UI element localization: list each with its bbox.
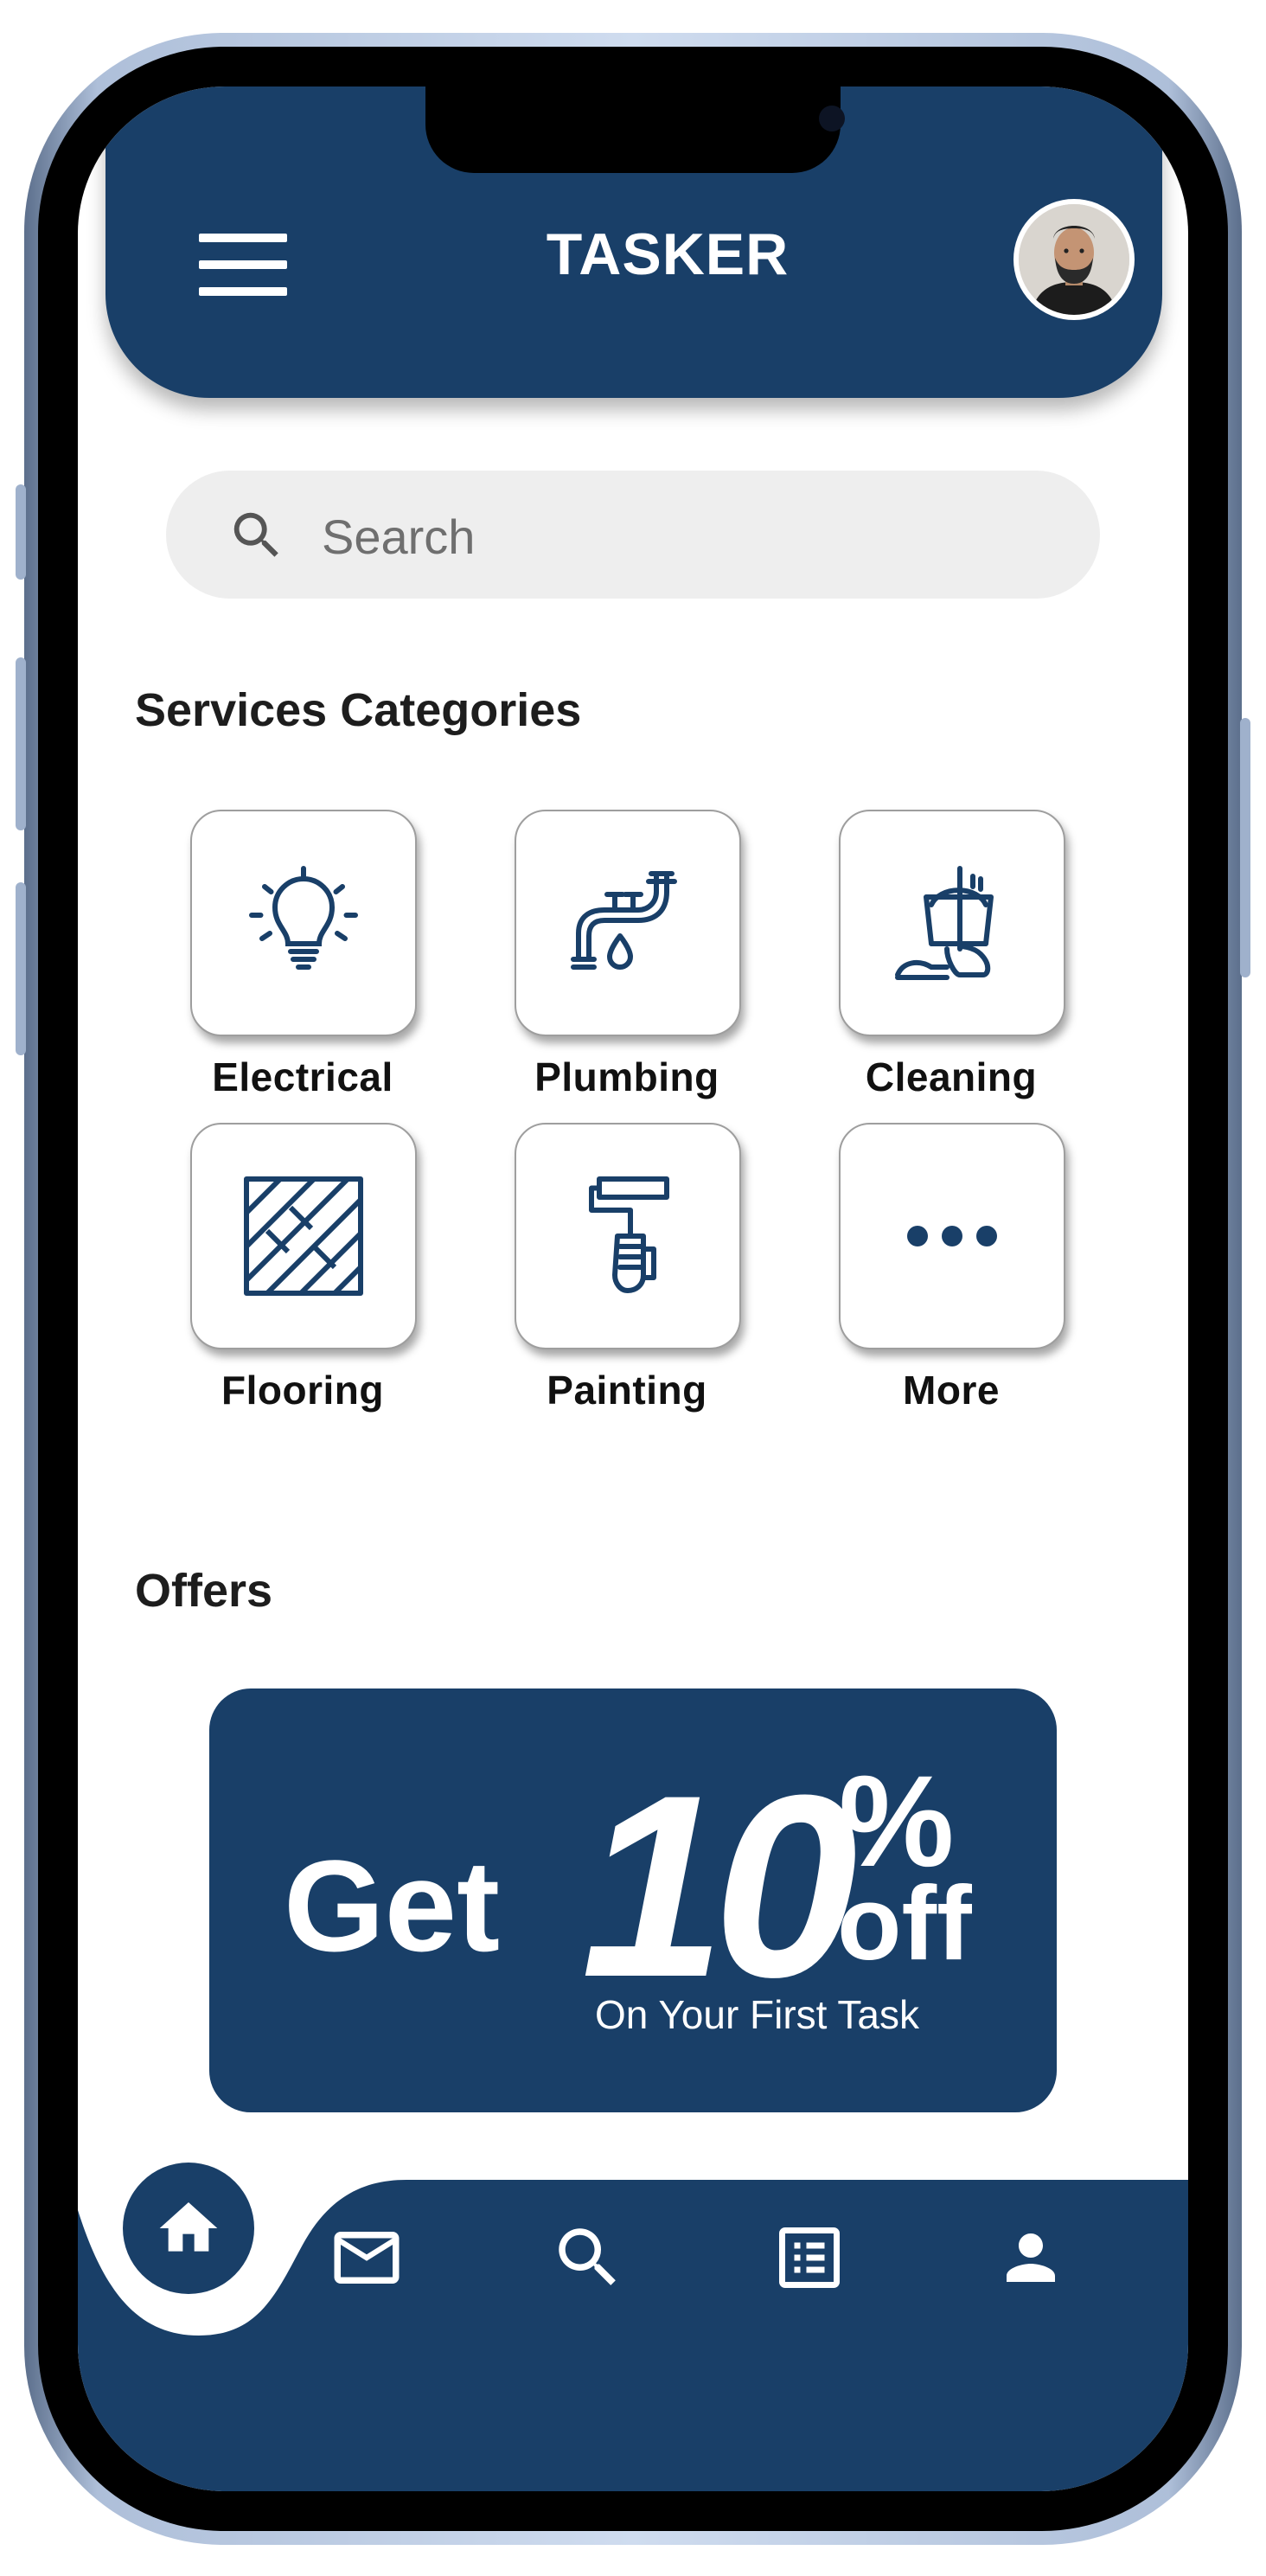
category-label: Flooring [221, 1368, 384, 1413]
side-button [16, 484, 26, 580]
category-tile[interactable] [515, 1123, 741, 1349]
hamburger-menu-icon[interactable] [199, 234, 287, 296]
services-categories-title: Services Categories [135, 684, 582, 736]
mail-icon [334, 2232, 400, 2284]
category-painting[interactable]: Painting [480, 1123, 741, 1434]
more-dots-icon [907, 1226, 997, 1246]
category-electrical[interactable]: Electrical [156, 810, 417, 1121]
category-cleaning[interactable]: Cleaning [804, 810, 1065, 1121]
category-tile[interactable] [839, 1123, 1065, 1349]
search-icon [559, 2228, 616, 2285]
list-icon [779, 2227, 840, 2288]
home-button[interactable] [123, 2163, 254, 2294]
category-label: Cleaning [865, 1054, 1038, 1099]
app-screen: TASKER Search Services Categories Electr… [78, 87, 1188, 2491]
side-button [16, 882, 26, 1055]
profile-icon [1007, 2233, 1055, 2282]
offer-amount: 10 [581, 1740, 858, 2031]
category-label: Plumbing [534, 1054, 719, 1099]
phone-notch [425, 87, 845, 173]
search-icon [233, 512, 278, 557]
nav-mail-button[interactable] [323, 2214, 410, 2301]
side-button [16, 657, 26, 830]
offers-title: Offers [135, 1565, 273, 1617]
category-tile[interactable] [190, 810, 417, 1036]
offer-off-text: off [837, 1864, 972, 1982]
category-tile[interactable] [190, 1123, 417, 1349]
paint-roller-icon [589, 1176, 669, 1293]
category-flooring[interactable]: Flooring [156, 1123, 417, 1434]
faucet-icon [571, 871, 677, 970]
camera-icon [819, 106, 845, 131]
lightbulb-icon [249, 866, 358, 970]
offer-banner[interactable]: Get 10 % off On Your First Task [209, 1688, 1057, 2112]
search-input[interactable]: Search [166, 471, 1100, 599]
nav-profile-button[interactable] [988, 2214, 1074, 2301]
offer-subtitle: On Your First Task [595, 1992, 919, 2037]
home-icon [159, 2202, 218, 2252]
mop-bucket-icon [895, 866, 994, 980]
floor-tiles-icon [244, 1176, 363, 1296]
category-tile[interactable] [839, 810, 1065, 1036]
avatar-photo [1019, 204, 1129, 315]
offer-get-text: Get [284, 1833, 501, 1978]
category-label: Electrical [212, 1054, 393, 1099]
nav-list-button[interactable] [766, 2214, 853, 2301]
category-label: More [903, 1368, 1000, 1413]
app-title: TASKER [546, 221, 790, 287]
category-more[interactable]: More [804, 1123, 1065, 1434]
category-plumbing[interactable]: Plumbing [480, 810, 741, 1121]
side-button [1240, 718, 1250, 977]
category-tile[interactable] [515, 810, 741, 1036]
bottom-navigation [78, 2163, 1188, 2491]
avatar[interactable] [1013, 199, 1135, 320]
nav-search-button[interactable] [545, 2214, 631, 2301]
category-label: Painting [547, 1368, 707, 1413]
search-placeholder: Search [322, 509, 476, 564]
